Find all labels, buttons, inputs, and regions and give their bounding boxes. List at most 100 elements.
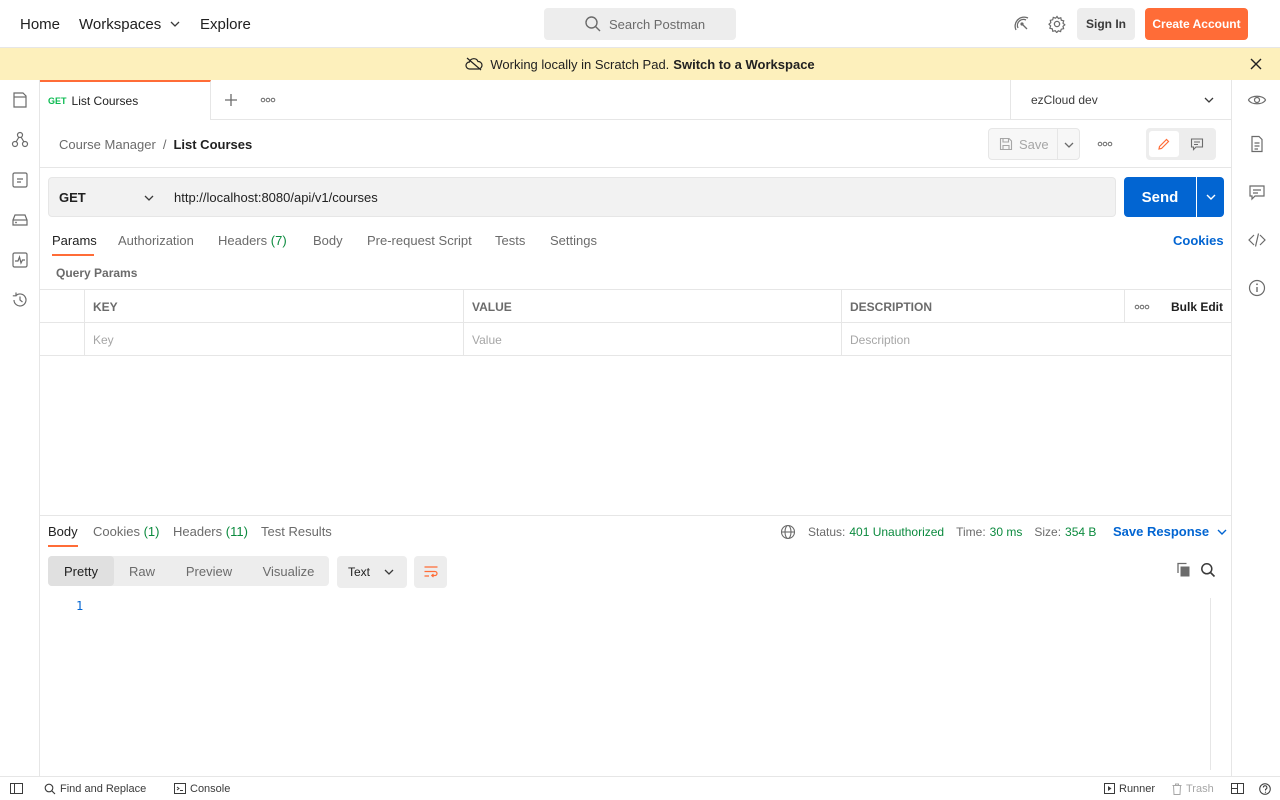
value-input[interactable]: Value (464, 323, 841, 356)
switch-workspace-link[interactable]: Switch to a Workspace (673, 57, 814, 72)
response-tab-cookies[interactable]: Cookies (1) (93, 524, 159, 539)
new-tab-plus-icon[interactable] (224, 93, 238, 107)
history-icon[interactable] (10, 290, 30, 310)
http-method-select[interactable]: GET (48, 177, 164, 217)
console-button[interactable]: Console (174, 777, 230, 800)
response-type-select[interactable]: Text (337, 556, 407, 588)
tab-settings[interactable]: Settings (550, 233, 597, 263)
environments-icon[interactable] (10, 170, 30, 190)
status-value[interactable]: 401 Unauthorized (849, 525, 944, 539)
trash-label: Trash (1186, 782, 1214, 795)
search-input[interactable]: Search Postman (544, 8, 736, 40)
close-banner-icon[interactable] (1250, 58, 1262, 70)
column-options-icon[interactable] (1134, 304, 1150, 310)
runner-button[interactable]: Runner (1104, 777, 1155, 800)
comment-view-icon[interactable] (1182, 131, 1212, 157)
send-button[interactable]: Send (1124, 177, 1196, 217)
cookies-link[interactable]: Cookies (1173, 233, 1224, 248)
chevron-down-icon (144, 195, 154, 201)
breadcrumb-collection[interactable]: Course Manager (59, 137, 156, 152)
runner-label: Runner (1119, 782, 1156, 795)
response-tab-body[interactable]: Body (48, 524, 78, 539)
sync-status-icon[interactable] (1010, 12, 1034, 36)
tab-title: List Courses (71, 94, 139, 108)
response-format-group: Pretty Raw Preview Visualize (48, 556, 329, 586)
save-response-button[interactable]: Save Response (1113, 524, 1228, 539)
active-tab-indicator (52, 254, 94, 256)
tab-authorization[interactable]: Authorization (118, 233, 194, 263)
create-account-button[interactable]: Create Account (1145, 8, 1248, 40)
tab-params[interactable]: Params (52, 233, 97, 263)
view-mode-toggle (1146, 128, 1216, 160)
word-wrap-icon[interactable] (414, 556, 447, 588)
monitors-icon[interactable] (10, 250, 30, 270)
workspaces-menu[interactable]: Workspaces (79, 0, 181, 48)
chevron-down-icon (170, 21, 180, 27)
left-sidebar (0, 80, 40, 776)
save-disk-icon (999, 137, 1013, 151)
workspaces-label: Workspaces (79, 15, 162, 33)
right-sidebar (1231, 80, 1280, 776)
find-replace-button[interactable]: Find and Replace (44, 777, 146, 800)
search-icon (44, 783, 56, 794)
response-tab-headers[interactable]: Headers (11) (173, 524, 248, 539)
url-input[interactable]: http://localhost:8080/api/v1/courses (163, 177, 1116, 217)
search-response-icon[interactable] (1200, 562, 1216, 578)
info-icon[interactable] (1247, 278, 1267, 298)
two-pane-icon[interactable] (1231, 777, 1244, 800)
top-bar: Home Workspaces Explore Search Postman S… (0, 0, 1280, 48)
description-input[interactable]: Description (842, 323, 1231, 356)
response-meta: Status: 401 Unauthorized Time: 30 ms Siz… (780, 516, 1096, 548)
chevron-down-icon[interactable] (1063, 139, 1075, 151)
response-headers-count: (11) (225, 524, 248, 539)
format-pretty[interactable]: Pretty (48, 556, 114, 586)
documentation-icon[interactable] (1247, 134, 1267, 154)
tabs-more-icon[interactable] (260, 97, 276, 103)
more-options-icon[interactable] (1097, 141, 1113, 147)
column-header-description: DESCRIPTION (850, 299, 933, 314)
format-visualize[interactable]: Visualize (248, 556, 329, 586)
size-value[interactable]: 354 B (1065, 525, 1096, 539)
trash-icon (1172, 783, 1182, 795)
tab-body[interactable]: Body (313, 233, 343, 263)
runner-icon (1104, 783, 1115, 794)
edit-pencil-icon[interactable] (1149, 131, 1179, 157)
scratch-pad-banner: Working locally in Scratch Pad. Switch t… (0, 48, 1280, 80)
collections-icon[interactable] (10, 90, 30, 110)
tab-list-courses[interactable]: GET List Courses (40, 80, 211, 120)
format-preview[interactable]: Preview (170, 556, 248, 586)
line-number: 1 (76, 599, 84, 613)
tab-method-badge: GET (48, 96, 67, 106)
code-icon[interactable] (1247, 230, 1267, 250)
format-raw[interactable]: Raw (114, 556, 170, 586)
tab-pre-request-script[interactable]: Pre-request Script (367, 233, 472, 263)
save-button[interactable]: Save (988, 128, 1080, 160)
time-label: Time: (956, 525, 986, 539)
explore-nav-link[interactable]: Explore (200, 0, 251, 48)
environment-selector[interactable]: ezCloud dev (1010, 80, 1231, 120)
tab-headers[interactable]: Headers (7) (218, 233, 287, 263)
console-label: Console (190, 782, 231, 795)
mock-servers-icon[interactable] (10, 210, 30, 230)
apis-icon[interactable] (10, 130, 30, 150)
globe-icon[interactable] (780, 524, 796, 540)
help-icon[interactable] (1259, 777, 1271, 800)
tab-tests[interactable]: Tests (495, 233, 525, 263)
response-tab-test-results[interactable]: Test Results (261, 524, 332, 539)
bulk-edit-button[interactable]: Bulk Edit (1171, 290, 1223, 323)
eye-icon[interactable] (1247, 90, 1267, 110)
request-tabs-bar: GET List Courses ezCloud dev (40, 80, 1231, 120)
copy-icon[interactable] (1176, 562, 1192, 578)
time-value[interactable]: 30 ms (990, 525, 1023, 539)
home-nav-link[interactable]: Home (20, 0, 60, 48)
sign-in-button[interactable]: Sign In (1077, 8, 1135, 40)
toggle-sidebar-icon[interactable] (10, 777, 23, 800)
send-options-dropdown[interactable] (1197, 177, 1224, 217)
trash-button[interactable]: Trash (1172, 777, 1214, 800)
column-header-key: KEY (93, 299, 118, 314)
comments-icon[interactable] (1247, 182, 1267, 202)
breadcrumb-request[interactable]: List Courses (173, 137, 252, 152)
response-scrollbar[interactable] (1210, 598, 1211, 770)
settings-gear-icon[interactable] (1045, 12, 1069, 36)
key-input[interactable]: Key (85, 323, 463, 356)
